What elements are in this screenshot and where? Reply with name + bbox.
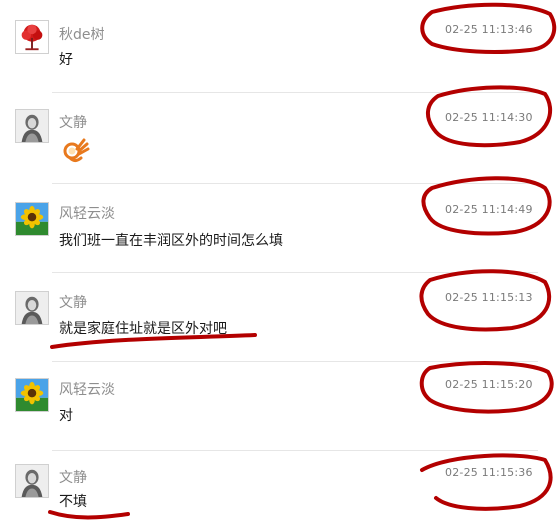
- message-timestamp: 02-25 11:14:49: [445, 203, 533, 216]
- red-tree-avatar[interactable]: [15, 20, 49, 54]
- message-text: 好: [59, 52, 73, 68]
- sunflower-avatar[interactable]: [15, 202, 49, 236]
- girl-sketch-avatar[interactable]: [15, 291, 49, 325]
- chat-message: 文静 02-25 11:14:30: [0, 93, 560, 183]
- message-timestamp: 02-25 11:15:36: [445, 466, 533, 479]
- chat-message: 风轻云淡 对 02-25 11:15:20: [0, 362, 560, 450]
- girl-sketch-avatar[interactable]: [15, 464, 49, 498]
- sender-name[interactable]: 风轻云淡: [59, 203, 115, 223]
- chat-message: 风轻云淡 我们班一直在丰润区外的时间怎么填 02-25 11:14:49: [0, 184, 560, 272]
- message-timestamp: 02-25 11:15:13: [445, 291, 533, 304]
- chat-message: 文静 就是家庭住址就是区外对吧 02-25 11:15:13: [0, 273, 560, 361]
- message-text: 对: [59, 408, 73, 424]
- message-timestamp: 02-25 11:15:20: [445, 378, 533, 391]
- message-text: 我们班一直在丰润区外的时间怎么填: [59, 233, 283, 249]
- sunflower-avatar[interactable]: [15, 378, 49, 412]
- chat-message: 秋de树 好 02-25 11:13:46: [0, 0, 560, 92]
- sender-name[interactable]: 文静: [59, 112, 87, 132]
- message-text: 不填: [59, 494, 87, 510]
- sender-name[interactable]: 秋de树: [59, 24, 105, 44]
- message-timestamp: 02-25 11:13:46: [445, 23, 533, 36]
- chat-message: 文静 不填 02-25 11:15:36: [0, 451, 560, 525]
- sender-name[interactable]: 文静: [59, 292, 87, 312]
- sender-name[interactable]: 风轻云淡: [59, 379, 115, 399]
- message-timestamp: 02-25 11:14:30: [445, 111, 533, 124]
- sender-name[interactable]: 文静: [59, 467, 87, 487]
- chat-message-list: 秋de树 好 02-25 11:13:46 文静 02-25 11:14:30: [0, 0, 560, 525]
- girl-sketch-avatar[interactable]: [15, 109, 49, 143]
- ok-hand-emoji-icon: [63, 138, 90, 162]
- message-text: 就是家庭住址就是区外对吧: [59, 321, 227, 337]
